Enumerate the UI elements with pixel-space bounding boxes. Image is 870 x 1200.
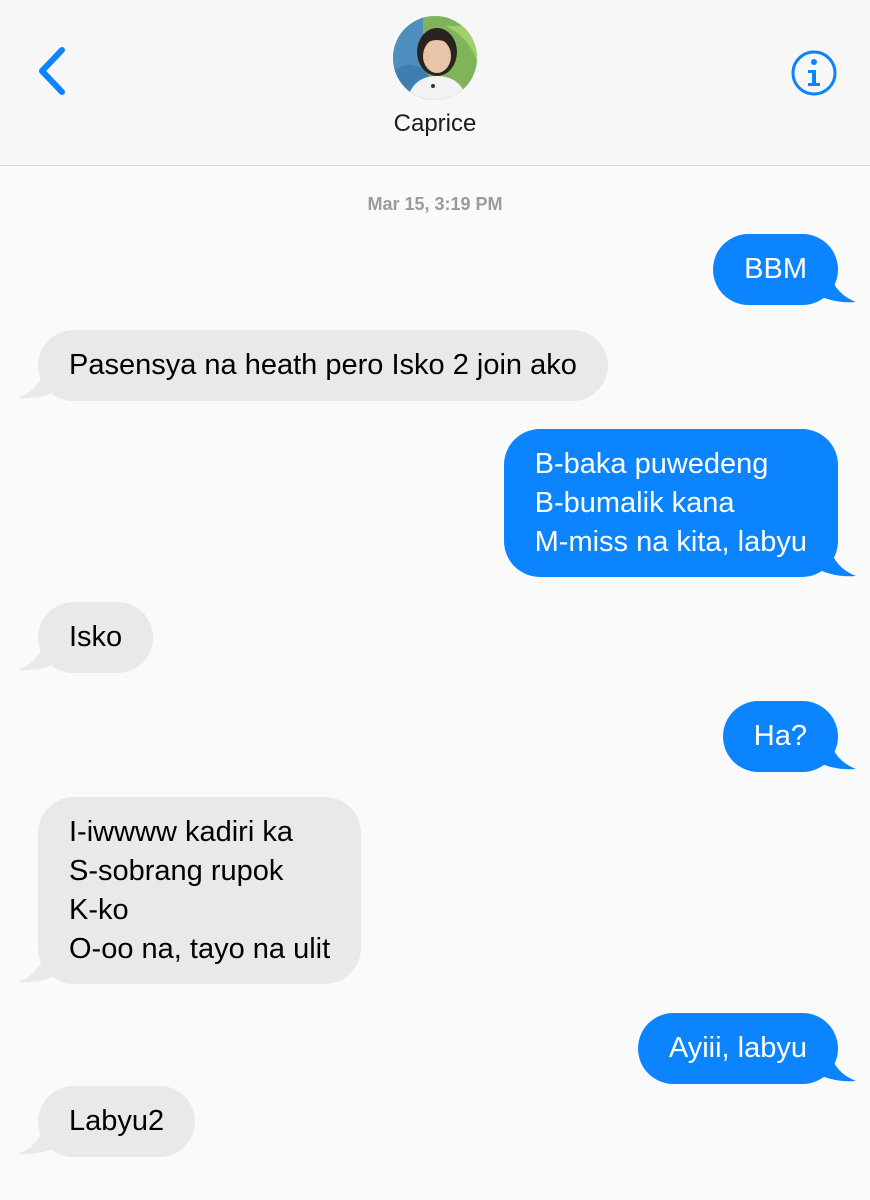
- avatar[interactable]: [393, 16, 477, 100]
- outgoing-message[interactable]: Ha?: [722, 701, 838, 772]
- conversation-header: Caprice: [0, 0, 870, 166]
- info-circle-icon[interactable]: [790, 49, 838, 97]
- incoming-message[interactable]: I-iwwww kadiri ka S-sobrang rupok K-ko O…: [38, 797, 362, 984]
- chevron-left-icon[interactable]: [32, 44, 76, 100]
- incoming-message[interactable]: Isko: [38, 602, 154, 673]
- contact-name[interactable]: Caprice: [0, 110, 870, 138]
- outgoing-message[interactable]: B-baka puwedeng B-bumalik kana M-miss na…: [503, 429, 838, 577]
- message-timestamp: Mar 15, 3:19 PM: [367, 194, 503, 214]
- avatar-photo: [393, 16, 477, 100]
- outgoing-message[interactable]: Ayiii, labyu: [637, 1013, 838, 1084]
- incoming-message[interactable]: Labyu2: [38, 1086, 196, 1157]
- messages-screen: Caprice Mar 15, 3:19 PM BBM Pasensya na …: [0, 0, 870, 1200]
- incoming-message[interactable]: Pasensya na heath pero Isko 2 join ako: [38, 330, 608, 401]
- outgoing-message[interactable]: BBM: [713, 234, 838, 305]
